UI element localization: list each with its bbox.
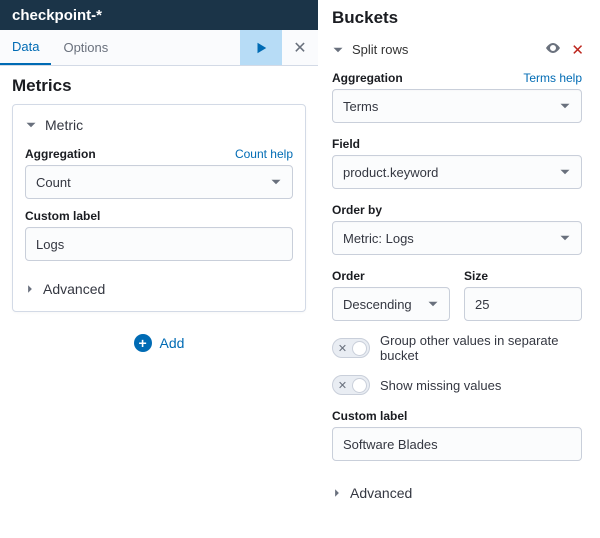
tabs-row: Data Options ✕ <box>0 30 318 66</box>
metric-header: Metric <box>45 117 83 133</box>
chevron-down-icon <box>559 100 571 112</box>
b-agg-value: Terms <box>343 99 378 114</box>
chevron-down-icon <box>559 166 571 178</box>
chevron-down-icon <box>427 298 439 310</box>
switch-knob <box>352 341 367 356</box>
b-agg-select[interactable]: Terms <box>332 89 582 123</box>
chevron-down-icon <box>332 44 344 56</box>
apply-button[interactable] <box>240 30 282 65</box>
spacer <box>120 30 240 65</box>
order-label: Order <box>332 269 450 283</box>
advanced-toggle[interactable]: Advanced <box>25 271 293 297</box>
aggregation-select[interactable]: Count <box>25 165 293 199</box>
custom-label-value: Logs <box>36 237 64 252</box>
terms-help-link[interactable]: Terms help <box>523 71 582 85</box>
split-rows-toggle[interactable]: Split rows ✕ <box>328 38 586 67</box>
close-icon: ✕ <box>293 38 306 58</box>
chevron-down-icon <box>270 176 282 188</box>
show-missing-switch[interactable]: ✕ <box>332 375 370 395</box>
buckets-title: Buckets <box>328 0 586 38</box>
chevron-down-icon <box>559 232 571 244</box>
b-custom-label-label: Custom label <box>332 409 582 423</box>
custom-label-input[interactable]: Logs <box>25 227 293 261</box>
custom-label-label: Custom label <box>25 209 100 223</box>
orderby-select[interactable]: Metric: Logs <box>332 221 582 255</box>
size-label: Size <box>464 269 582 283</box>
field-value: product.keyword <box>343 165 438 180</box>
metrics-title: Metrics <box>12 76 306 96</box>
add-label: Add <box>160 335 185 351</box>
show-missing-label: Show missing values <box>380 378 501 393</box>
split-rows-label: Split rows <box>352 42 408 57</box>
remove-bucket-button[interactable]: ✕ <box>569 41 586 59</box>
aggregation-value: Count <box>36 175 71 190</box>
order-select[interactable]: Descending <box>332 287 450 321</box>
plus-icon: + <box>134 334 152 352</box>
add-metric-button[interactable]: + Add <box>12 320 306 370</box>
tab-data[interactable]: Data <box>0 30 51 65</box>
play-icon <box>254 41 268 55</box>
aggregation-label: Aggregation <box>25 147 96 161</box>
switch-knob <box>352 378 367 393</box>
close-icon: ✕ <box>335 341 350 356</box>
b-agg-label: Aggregation <box>332 71 403 85</box>
field-select[interactable]: product.keyword <box>332 155 582 189</box>
close-icon: ✕ <box>571 42 584 59</box>
chevron-right-icon <box>25 284 35 294</box>
size-input[interactable]: 25 <box>464 287 582 321</box>
b-custom-label-value: Software Blades <box>343 437 438 452</box>
chevron-down-icon <box>25 119 37 131</box>
eye-icon <box>545 40 561 56</box>
field-label: Field <box>332 137 582 151</box>
group-other-label: Group other values in separate bucket <box>380 333 582 363</box>
b-advanced-toggle[interactable]: Advanced <box>332 475 582 501</box>
index-pattern-bar: checkpoint-* <box>0 0 318 30</box>
index-pattern-title: checkpoint-* <box>12 7 102 24</box>
close-icon: ✕ <box>335 378 350 393</box>
tab-options[interactable]: Options <box>51 30 120 65</box>
order-value: Descending <box>343 297 412 312</box>
visibility-button[interactable] <box>545 40 561 59</box>
count-help-link[interactable]: Count help <box>235 147 293 161</box>
metric-card: Metric Aggregation Count help Count Cust… <box>12 104 306 312</box>
size-value: 25 <box>475 297 489 312</box>
chevron-right-icon <box>332 488 342 498</box>
b-custom-label-input[interactable]: Software Blades <box>332 427 582 461</box>
b-advanced-label: Advanced <box>350 485 412 501</box>
orderby-label: Order by <box>332 203 582 217</box>
close-button[interactable]: ✕ <box>282 30 318 65</box>
group-other-switch[interactable]: ✕ <box>332 338 370 358</box>
advanced-label: Advanced <box>43 281 105 297</box>
metric-toggle[interactable]: Metric <box>25 115 293 143</box>
orderby-value: Metric: Logs <box>343 231 414 246</box>
